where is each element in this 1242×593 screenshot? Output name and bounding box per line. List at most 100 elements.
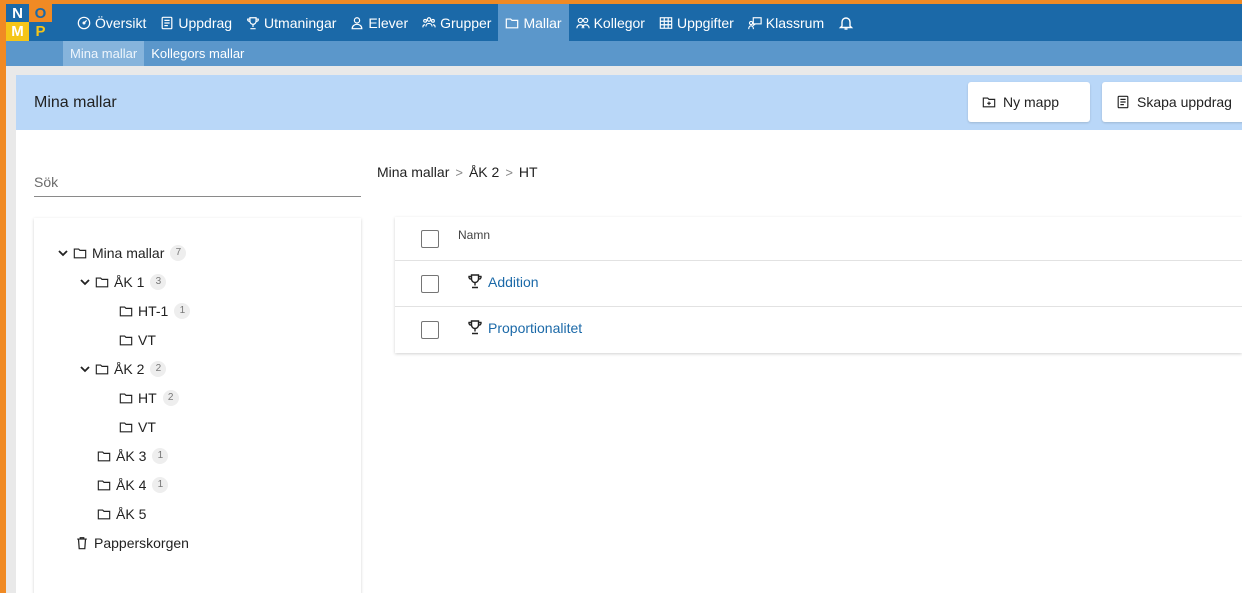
nav-label: Översikt (95, 14, 147, 31)
trophy-icon (468, 273, 482, 288)
tree-item-label: ÅK 2 (114, 360, 145, 377)
tree-item-ak2[interactable]: ÅK 2 2 (79, 354, 167, 383)
row-checkbox[interactable] (421, 321, 439, 339)
page-title: Mina mallar (34, 93, 117, 111)
tree-item-ak2-ht[interactable]: HT 2 (119, 383, 179, 412)
nav-item-grupper[interactable]: Grupper (415, 4, 498, 41)
nav-item-kollegor[interactable]: Kollegor (569, 4, 652, 41)
nav-item-elever[interactable]: Elever (343, 4, 415, 41)
template-link[interactable]: Addition (488, 274, 539, 290)
nav-item-oversikt[interactable]: Översikt (70, 4, 153, 41)
nav-item-utmaningar[interactable]: Utmaningar (239, 4, 343, 41)
select-all-checkbox[interactable] (421, 229, 439, 248)
trash-icon (77, 536, 87, 549)
item-count-badge: 2 (150, 360, 167, 377)
item-count-badge: 1 (152, 447, 169, 464)
nav-label: Kollegor (593, 14, 645, 31)
colleagues-icon (575, 17, 590, 28)
workspace: Mina mallar Ny mapp Skapa uppdrag Mina m… (6, 66, 1242, 593)
tree-item-label: ÅK 5 (116, 505, 147, 522)
bell-icon (838, 16, 854, 30)
document-icon (1117, 95, 1129, 109)
tree-item-ak2-vt[interactable]: VT (119, 412, 156, 441)
nav-item-uppdrag[interactable]: Uppdrag (153, 4, 239, 41)
folder-icon (73, 247, 87, 258)
classroom-icon (747, 16, 762, 29)
person-icon (351, 16, 363, 29)
nav-item-mallar[interactable]: Mallar (498, 4, 569, 41)
item-count-badge: 1 (174, 302, 191, 319)
logo-letter-o: O (29, 4, 52, 22)
nav-label: Elever (368, 14, 409, 31)
create-assignment-button[interactable]: Skapa uppdrag (1102, 82, 1242, 122)
nav-label: Klassrum (765, 14, 825, 31)
tree-item-label: Papperskorgen (94, 534, 189, 551)
item-count-badge: 7 (170, 244, 187, 261)
folder-icon (97, 479, 111, 490)
table-row: Proportionalitet (395, 307, 1242, 353)
tree-item-ak4[interactable]: ÅK 4 1 (97, 470, 169, 499)
nav-item-uppgifter[interactable]: Uppgifter (652, 4, 741, 41)
nomp-logo[interactable]: N O M P (6, 4, 52, 41)
nav-label: Uppgifter (676, 14, 734, 31)
chevron-down-icon[interactable] (57, 247, 69, 259)
folder-icon (97, 450, 111, 461)
tree-item-ak1[interactable]: ÅK 1 3 (79, 267, 167, 296)
top-navigation: N O M P Översikt Uppdrag Utmaningar Elev… (6, 4, 1242, 41)
item-count-badge: 1 (152, 476, 169, 493)
breadcrumb-item-ak2[interactable]: ÅK 2 (469, 164, 499, 180)
new-folder-label: Ny mapp (1003, 94, 1060, 110)
tree-item-ak3[interactable]: ÅK 3 1 (97, 441, 169, 470)
grid-icon (659, 16, 673, 29)
trophy-icon (247, 16, 259, 29)
table-header: Namn (395, 217, 1242, 261)
tab-mina-mallar[interactable]: Mina mallar (63, 41, 145, 66)
logo-letter-p: P (29, 22, 52, 41)
group-icon (422, 16, 436, 27)
tree-item-mina-mallar[interactable]: Mina mallar 7 (57, 238, 187, 267)
nav-label: Utmaningar (264, 14, 337, 31)
chevron-down-icon[interactable] (79, 363, 91, 375)
templates-card: Mina mallar Ny mapp Skapa uppdrag Mina m… (16, 75, 1242, 593)
tree-item-ht-1[interactable]: HT-1 1 (119, 296, 191, 325)
row-checkbox[interactable] (421, 274, 439, 293)
tree-item-label: ÅK 3 (116, 447, 147, 464)
logo-letter-n: N (6, 4, 29, 22)
column-header-name: Namn (458, 227, 491, 242)
nav-item-klassrum[interactable]: Klassrum (741, 4, 831, 41)
trophy-icon (468, 320, 482, 335)
tree-item-label: ÅK 4 (116, 476, 147, 493)
nav-label: Uppdrag (178, 14, 233, 31)
folder-icon (119, 334, 133, 345)
tree-item-label: VT (138, 331, 156, 348)
tree-item-label: HT-1 (138, 302, 169, 319)
app-frame: N O M P Översikt Uppdrag Utmaningar Elev… (6, 4, 1242, 593)
breadcrumb-separator: > (505, 164, 513, 180)
nav-label: Grupper (440, 14, 492, 31)
folder-icon (119, 421, 133, 432)
folder-icon (95, 363, 109, 374)
chevron-down-icon[interactable] (79, 276, 91, 288)
folder-plus-icon (982, 97, 996, 108)
item-count-badge: 2 (162, 389, 179, 406)
new-folder-button[interactable]: Ny mapp (968, 82, 1090, 122)
tree-item-ak1-vt[interactable]: VT (119, 325, 156, 354)
search-field (34, 153, 361, 197)
breadcrumb-separator: > (455, 164, 463, 180)
logo-letter-m: M (6, 22, 29, 41)
template-link[interactable]: Proportionalitet (488, 320, 582, 336)
tree-item-ak5[interactable]: ÅK 5 (97, 499, 146, 528)
folder-icon (97, 508, 111, 519)
folder-icon (119, 305, 133, 316)
tab-kollegors-mallar[interactable]: Kollegors mallar (144, 41, 251, 66)
folder-icon (119, 392, 133, 403)
breadcrumb: Mina mallar > ÅK 2 > HT (377, 161, 538, 183)
tree-item-label: Mina mallar (92, 244, 165, 261)
search-input[interactable] (34, 153, 361, 196)
folder-tree: Mina mallar 7 ÅK 1 3 HT-1 1 VT ÅK 2 2 HT… (34, 218, 361, 593)
breadcrumb-item-ht: HT (518, 164, 538, 180)
tree-item-papperskorgen[interactable]: Papperskorgen (75, 528, 189, 557)
notifications-button[interactable] (831, 4, 861, 41)
breadcrumb-item-mina-mallar[interactable]: Mina mallar (377, 164, 449, 180)
dashboard-icon (77, 16, 91, 29)
